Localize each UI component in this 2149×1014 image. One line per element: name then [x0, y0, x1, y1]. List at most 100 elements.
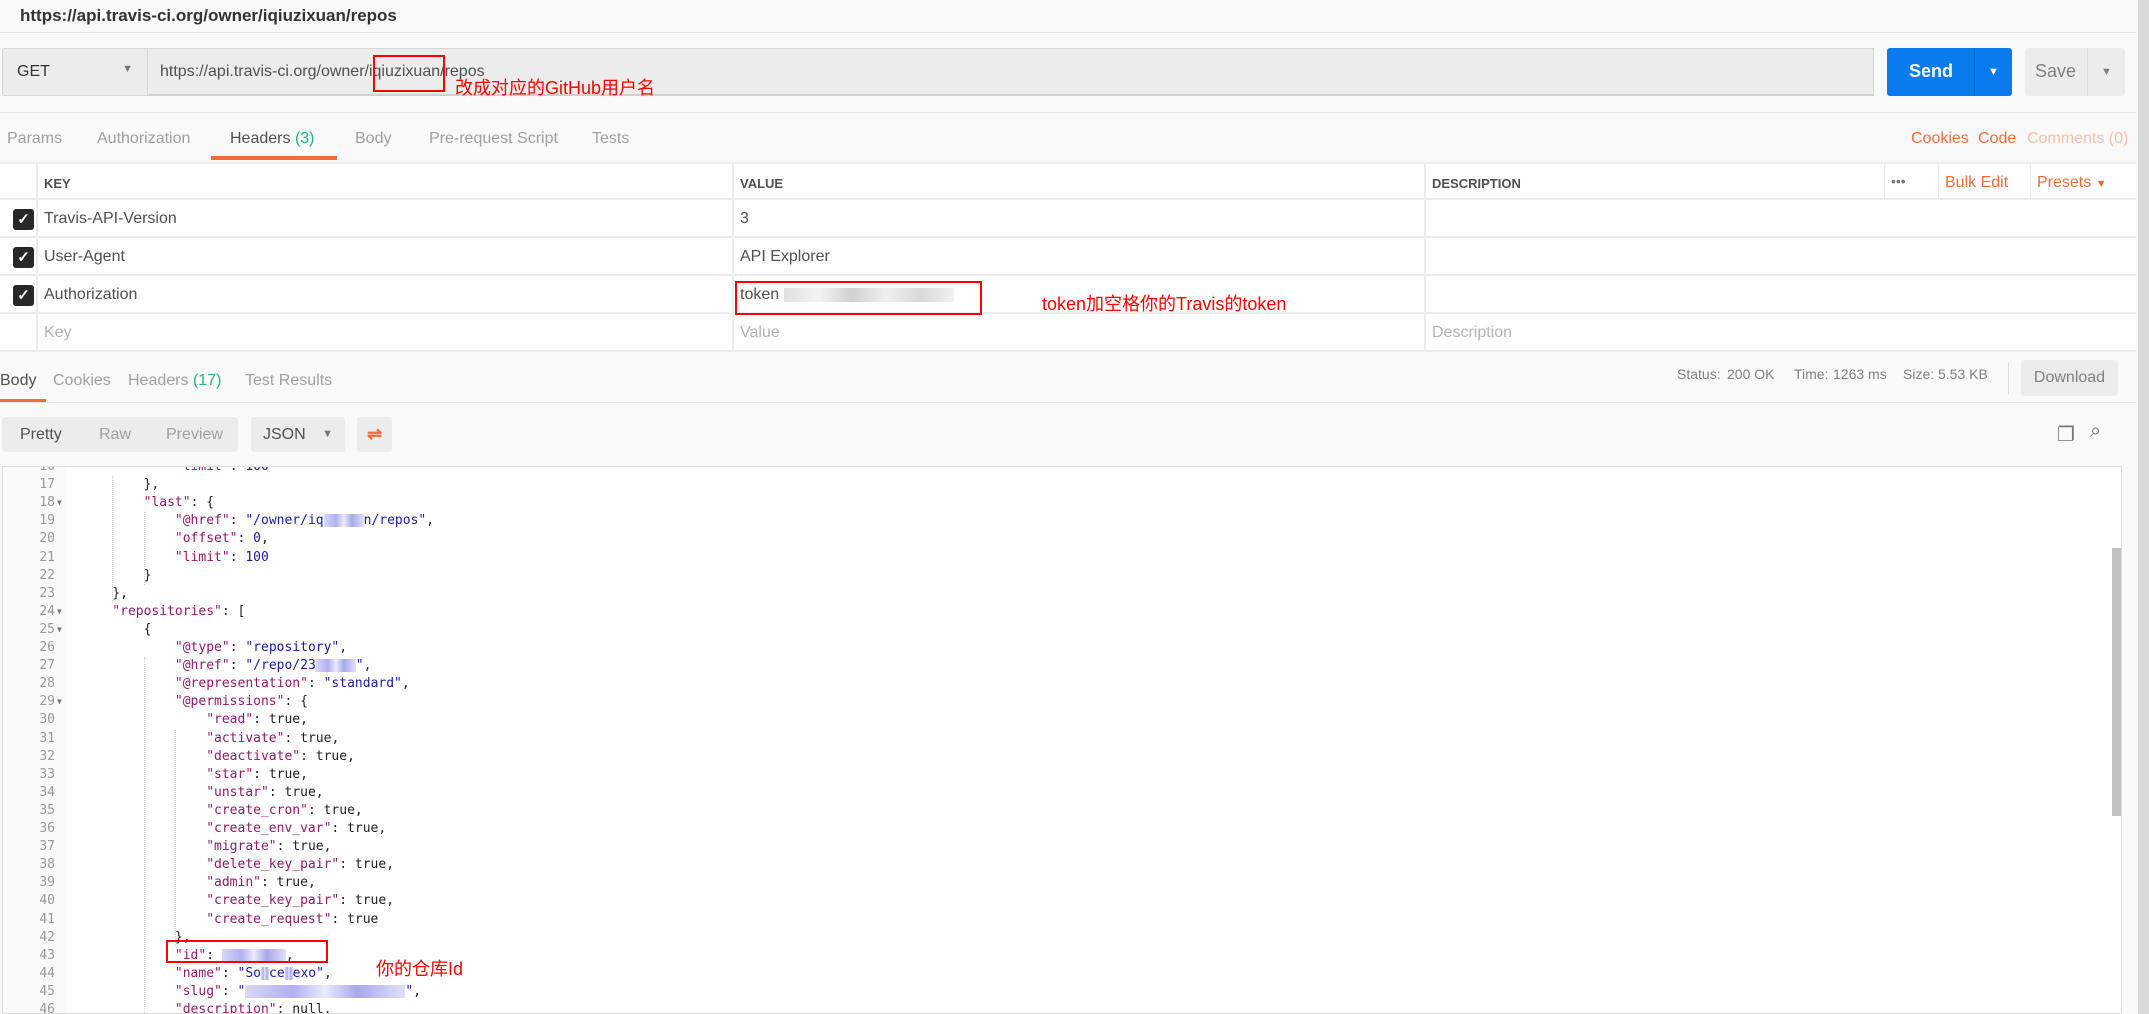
code-line: 40 "create_key_pair": true,: [3, 892, 2103, 910]
header-description[interactable]: [1424, 238, 2136, 276]
json-punctuation: ,: [261, 531, 269, 547]
send-options-chevron-icon[interactable]: ▼: [1974, 48, 2012, 96]
line-number: 25: [39, 621, 55, 637]
json-punctuation: ,: [363, 658, 372, 674]
header-value[interactable]: 3: [732, 200, 1424, 238]
json-literal: true: [268, 766, 301, 782]
format-toggle-group: Pretty Raw Preview: [2, 417, 238, 452]
tab-authorization[interactable]: Authorization: [97, 130, 190, 148]
line-number: 18: [39, 495, 55, 511]
raw-button[interactable]: Raw: [99, 426, 131, 444]
preview-button[interactable]: Preview: [166, 426, 223, 444]
editor-scrollbar[interactable]: [2112, 548, 2121, 816]
json-punctuation: ,: [378, 821, 387, 836]
column-description: DESCRIPTION: [1424, 164, 1884, 202]
more-options-icon[interactable]: •••: [1884, 164, 1928, 202]
response-tab-headers[interactable]: Headers (17): [128, 372, 221, 390]
json-string: ce: [269, 965, 285, 981]
json-punctuation: :: [276, 839, 293, 855]
new-description-input[interactable]: Description: [1424, 314, 2136, 352]
active-tab-indicator: [211, 156, 337, 160]
json-punctuation: ,: [426, 513, 435, 529]
json-punctuation: :: [284, 730, 301, 746]
header-key[interactable]: User-Agent: [36, 238, 732, 276]
wrap-lines-icon[interactable]: ⇌: [357, 417, 392, 452]
header-value[interactable]: API Explorer: [732, 238, 1424, 276]
header-description[interactable]: [1424, 276, 2136, 314]
fold-toggle-icon[interactable]: ▼: [57, 693, 62, 711]
language-select[interactable]: JSON ▼: [251, 417, 345, 452]
code-text: "@representation": "standard",: [175, 675, 410, 693]
new-value-input[interactable]: Value: [732, 314, 1424, 352]
checkbox-checked[interactable]: ✓: [13, 247, 34, 268]
code-text: "name": "So ce exo",: [175, 965, 332, 983]
time-value: 1263 ms: [1833, 366, 1887, 382]
presets-dropdown[interactable]: Presets ▼: [2030, 164, 2134, 202]
json-punctuation: :: [229, 513, 246, 529]
code-text: "@href": "/owner/iq n/repos",: [175, 512, 434, 530]
comments-link[interactable]: Comments (0): [2027, 130, 2128, 148]
response-tab-test-results[interactable]: Test Results: [245, 372, 332, 390]
code-text: "migrate": true,: [206, 838, 331, 856]
window-scrollbar[interactable]: [2138, 0, 2149, 1014]
json-punctuation: : {: [284, 694, 308, 710]
json-punctuation: },: [143, 477, 160, 493]
send-label: Send: [1909, 61, 1954, 81]
send-button[interactable]: Send ▼: [1887, 48, 2012, 96]
code-text: "read": true,: [206, 711, 308, 729]
annotation-username: 改成对应的GitHub用户名: [455, 78, 656, 98]
checkbox-checked[interactable]: ✓: [13, 209, 34, 230]
response-tab-cookies[interactable]: Cookies: [53, 372, 111, 390]
code-line: 27 "@href": "/repo/23 ",: [3, 657, 2103, 675]
fold-toggle-icon[interactable]: ▼: [57, 621, 62, 639]
json-literal: true: [292, 839, 324, 855]
header-description[interactable]: [1424, 200, 2136, 238]
json-key: "activate": [206, 730, 285, 746]
download-button[interactable]: Download: [2021, 360, 2118, 396]
json-string: "/repo/23: [245, 658, 316, 674]
json-literal: true: [347, 911, 379, 927]
new-key-input[interactable]: Key: [36, 314, 732, 352]
json-punctuation: :: [229, 640, 246, 655]
line-number: 34: [39, 784, 55, 800]
tab-pre-request-script[interactable]: Pre-request Script: [429, 130, 558, 148]
tab-body[interactable]: Body: [355, 130, 391, 148]
header-key[interactable]: Travis-API-Version: [36, 200, 732, 238]
fold-toggle-icon[interactable]: ▼: [57, 494, 62, 512]
line-number: 17: [39, 477, 55, 493]
search-icon[interactable]: ⌕: [2090, 420, 2101, 443]
json-punctuation: :: [260, 875, 277, 891]
save-button[interactable]: Save ▼: [2025, 48, 2125, 96]
json-literal: true: [284, 784, 316, 800]
json-key: "read": [206, 712, 254, 728]
code-line: 20 "offset": 0,: [3, 530, 2103, 548]
method-select[interactable]: GET ▼: [2, 48, 147, 96]
json-punctuation: ,: [323, 839, 332, 855]
copy-icon[interactable]: ❐: [2057, 422, 2075, 447]
code-link[interactable]: Code: [1978, 130, 2016, 148]
code-line: 34 "unstar": true,: [3, 784, 2103, 802]
tab-params[interactable]: Params: [7, 130, 62, 148]
tab-tests[interactable]: Tests: [592, 130, 629, 148]
code-line: 29 ▼ "@permissions": {: [3, 693, 2103, 711]
time-label: Time:: [1794, 366, 1829, 382]
cookies-link[interactable]: Cookies: [1911, 130, 1969, 148]
json-punctuation: :: [253, 766, 269, 782]
response-body-editor[interactable]: 16 "limit": 100 17}, 18 ▼ "last": {19 "@href":…: [2, 466, 2122, 1014]
save-options-chevron-icon[interactable]: ▼: [2087, 48, 2125, 96]
indent-guide: [143, 657, 145, 1013]
pretty-button[interactable]: Pretty: [20, 426, 62, 444]
tab-headers-count: (3): [294, 130, 315, 147]
json-key: "@href": [174, 658, 230, 674]
tab-headers[interactable]: Headers (3): [230, 130, 315, 148]
json-literal: true: [347, 821, 379, 836]
json-key: "last": [143, 495, 191, 511]
line-number: 32: [39, 748, 55, 764]
checkbox-checked[interactable]: ✓: [13, 285, 34, 306]
code-line: 21 "limit": 100: [3, 549, 2103, 567]
header-key[interactable]: Authorization: [36, 276, 732, 314]
response-tab-body[interactable]: Body: [0, 372, 36, 390]
response-headers-count: (17): [192, 372, 222, 389]
fold-toggle-icon[interactable]: ▼: [57, 603, 62, 621]
bulk-edit-link[interactable]: Bulk Edit: [1938, 164, 2018, 202]
